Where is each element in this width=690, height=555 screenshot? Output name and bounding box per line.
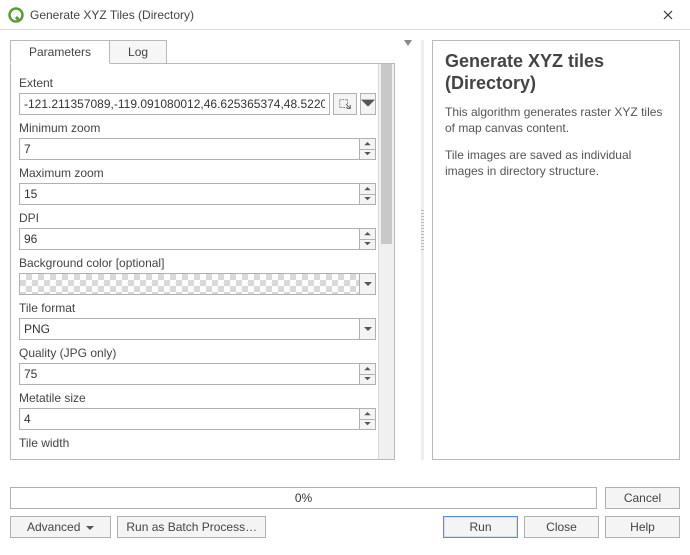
bg-color-swatch[interactable]: [20, 274, 359, 294]
titlebar: Generate XYZ Tiles (Directory): [0, 0, 690, 30]
label-tile-width: Tile width: [19, 436, 376, 450]
input-dpi-value[interactable]: [20, 229, 359, 249]
app-icon: [8, 7, 24, 23]
parameters-scrollbar[interactable]: [378, 64, 394, 459]
label-extent: Extent: [19, 76, 376, 90]
progress-percent: 0%: [11, 488, 596, 508]
label-min-zoom: Minimum zoom: [19, 121, 376, 135]
close-button[interactable]: Close: [524, 516, 599, 538]
label-metatile: Metatile size: [19, 391, 376, 405]
parameters-panel: Extent Minimum zoom: [11, 64, 378, 459]
bg-color-menu[interactable]: [359, 274, 375, 294]
tab-bar: Parameters Log: [10, 40, 395, 64]
chevron-down-icon: [86, 520, 94, 534]
input-tile-format[interactable]: PNG: [19, 318, 376, 340]
window-title: Generate XYZ Tiles (Directory): [30, 8, 645, 22]
tab-body: Extent Minimum zoom: [10, 63, 395, 460]
label-bg-color: Background color [optional]: [19, 256, 376, 270]
advanced-button[interactable]: Advanced: [10, 516, 111, 538]
bottom-row: Advanced Run as Batch Process… Run Close…: [10, 516, 680, 538]
input-metatile-value[interactable]: [20, 409, 359, 429]
window-close-button[interactable]: [645, 0, 690, 30]
help-button[interactable]: Help: [605, 516, 680, 538]
help-panel: Generate XYZ tiles (Directory) This algo…: [432, 40, 680, 460]
label-tile-format: Tile format: [19, 301, 376, 315]
progress-row: 0% Cancel: [10, 487, 680, 509]
button-extent-menu[interactable]: [360, 93, 376, 115]
metatile-up[interactable]: [359, 409, 375, 420]
panel-collapse-handle[interactable]: [403, 40, 413, 460]
min-zoom-down[interactable]: [359, 150, 375, 160]
input-min-zoom-value[interactable]: [20, 139, 359, 159]
scrollbar-thumb[interactable]: [381, 64, 392, 244]
help-paragraph-2: Tile images are saved as individual imag…: [445, 147, 667, 179]
input-max-zoom-value[interactable]: [20, 184, 359, 204]
input-extent[interactable]: [19, 93, 330, 115]
run-batch-button[interactable]: Run as Batch Process…: [117, 516, 266, 538]
metatile-down[interactable]: [359, 420, 375, 430]
left-column: Parameters Log Extent Minimum: [10, 40, 395, 460]
label-max-zoom: Maximum zoom: [19, 166, 376, 180]
tab-parameters[interactable]: Parameters: [10, 40, 110, 64]
tile-format-menu[interactable]: [359, 319, 375, 339]
input-max-zoom[interactable]: [19, 183, 376, 205]
advanced-label: Advanced: [27, 520, 80, 534]
progress-bar: 0%: [10, 487, 597, 509]
dialog-body: Parameters Log Extent Minimum: [0, 30, 690, 555]
dpi-down[interactable]: [359, 240, 375, 250]
input-metatile[interactable]: [19, 408, 376, 430]
help-title: Generate XYZ tiles (Directory): [445, 51, 667, 94]
tile-format-value: PNG: [20, 319, 359, 339]
input-quality-value[interactable]: [20, 364, 359, 384]
min-zoom-up[interactable]: [359, 139, 375, 150]
cancel-button[interactable]: Cancel: [605, 487, 680, 509]
run-button[interactable]: Run: [443, 516, 518, 538]
button-extent-canvas[interactable]: [333, 93, 357, 115]
input-quality[interactable]: [19, 363, 376, 385]
max-zoom-up[interactable]: [359, 184, 375, 195]
input-bg-color[interactable]: [19, 273, 376, 295]
dpi-up[interactable]: [359, 229, 375, 240]
input-dpi[interactable]: [19, 228, 376, 250]
splitter[interactable]: [421, 40, 424, 460]
help-paragraph-1: This algorithm generates raster XYZ tile…: [445, 104, 667, 136]
label-dpi: DPI: [19, 211, 376, 225]
tab-log[interactable]: Log: [109, 40, 167, 64]
label-quality: Quality (JPG only): [19, 346, 376, 360]
max-zoom-down[interactable]: [359, 195, 375, 205]
content-row: Parameters Log Extent Minimum: [10, 40, 680, 460]
quality-up[interactable]: [359, 364, 375, 375]
quality-down[interactable]: [359, 375, 375, 385]
input-min-zoom[interactable]: [19, 138, 376, 160]
